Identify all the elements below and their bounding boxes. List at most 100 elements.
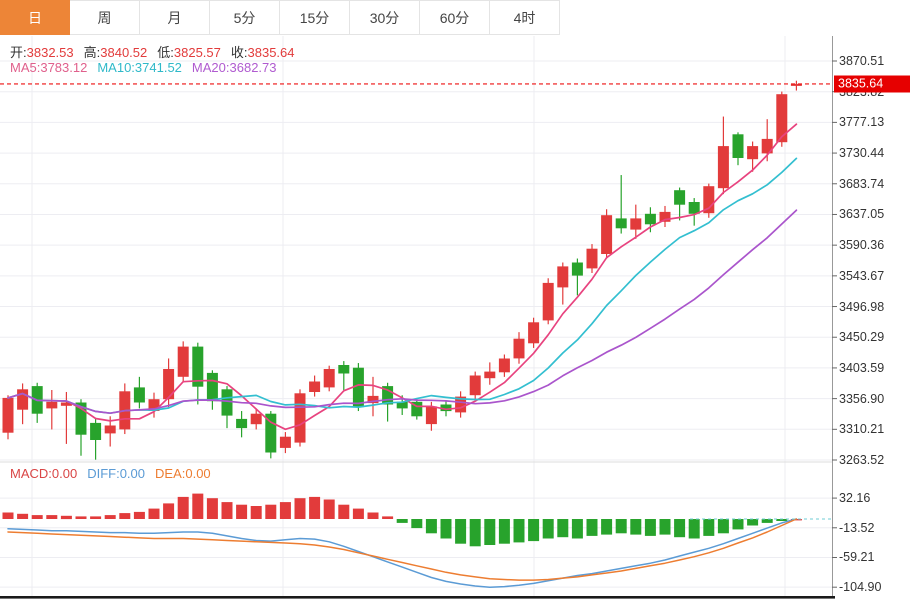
bottom-border: [0, 596, 835, 599]
tab-week[interactable]: 周: [70, 0, 140, 35]
macd-hist-bar: [119, 513, 130, 519]
candle: [105, 426, 116, 434]
macd-hist-bar: [747, 519, 758, 526]
legend-item: DIFF:0.00: [87, 466, 145, 481]
candle: [207, 373, 218, 401]
price-axis-label: 3777.13: [839, 115, 884, 129]
candle: [674, 190, 685, 205]
legend-item: MACD:0.00: [10, 466, 77, 481]
candle: [601, 215, 612, 254]
legend-item: 开:3832.53: [10, 45, 74, 60]
macd-axis-label: -13.52: [839, 521, 874, 535]
tab-day[interactable]: 日: [0, 0, 70, 35]
macd-hist-bar: [411, 519, 422, 528]
current-price-badge: 3835.64: [834, 75, 910, 92]
macd-hist-bar: [280, 502, 291, 519]
candle: [514, 339, 525, 359]
candle: [46, 402, 57, 409]
macd-hist-bar: [178, 497, 189, 519]
candle: [324, 369, 335, 387]
macd-axis-label: 32.16: [839, 491, 870, 505]
candle: [484, 372, 495, 379]
macd-hist-bar: [733, 519, 744, 529]
ma5-line: [8, 124, 796, 429]
tab-month[interactable]: 月: [140, 0, 210, 35]
macd-hist-bar: [455, 519, 466, 544]
candle: [470, 376, 481, 396]
macd-hist-bar: [61, 516, 72, 519]
macd-hist-bar: [192, 494, 203, 519]
macd-hist-bar: [353, 509, 364, 519]
legend-item: MA5:3783.12: [10, 60, 87, 75]
candle: [426, 406, 437, 424]
candle: [3, 398, 14, 433]
macd-hist-bar: [470, 519, 481, 546]
candle: [163, 369, 174, 399]
macd-hist-bar: [163, 503, 174, 519]
macd-hist-bar: [236, 505, 247, 519]
macd-hist-bar: [660, 519, 671, 535]
macd-hist-bar: [674, 519, 685, 537]
candle: [645, 214, 656, 225]
macd-hist-bar: [324, 500, 335, 520]
macd-hist-bar: [557, 519, 568, 537]
macd-hist-bar: [222, 502, 233, 519]
macd-hist-bar: [382, 516, 393, 519]
tab-60min[interactable]: 60分: [420, 0, 490, 35]
macd-hist-bar: [134, 512, 145, 519]
macd-readout: MACD:0.00 DIFF:0.00 DEA:0.00: [10, 466, 221, 481]
macd-hist-bar: [528, 519, 539, 541]
price-axis-label: 3683.74: [839, 177, 884, 191]
macd-hist-bar: [265, 505, 276, 519]
price-axis-label: 3450.29: [839, 330, 884, 344]
candle: [557, 266, 568, 287]
macd-hist-bar: [207, 498, 218, 519]
candle: [587, 249, 598, 269]
legend-item: 高:3840.52: [84, 45, 148, 60]
macd-hist-bar: [630, 519, 641, 535]
candle: [776, 94, 787, 142]
macd-hist-bar: [703, 519, 714, 536]
candle: [309, 382, 320, 393]
ma-readout: MA5:3783.12MA10:3741.52MA20:3682.73: [10, 60, 287, 75]
macd-hist-bar: [295, 498, 306, 519]
legend-item: 低:3825.57: [157, 45, 221, 60]
price-axis-label: 3590.36: [839, 238, 884, 252]
macd-hist-bar: [514, 519, 525, 542]
candle: [630, 218, 641, 229]
tab-30min[interactable]: 30分: [350, 0, 420, 35]
price-axis-label: 3263.52: [839, 453, 884, 467]
macd-hist-bar: [149, 509, 160, 519]
price-axis-label: 3356.90: [839, 392, 884, 406]
candle: [499, 359, 510, 373]
candle: [236, 419, 247, 428]
macd-hist-bar: [484, 519, 495, 545]
chart-canvas[interactable]: [0, 0, 910, 599]
candle: [251, 414, 262, 425]
macd-hist-bar: [426, 519, 437, 533]
candle: [718, 146, 729, 188]
candle: [134, 387, 145, 402]
candle: [90, 423, 101, 440]
candle: [572, 263, 583, 276]
macd-hist-bar: [309, 497, 320, 519]
macd-hist-bar: [338, 505, 349, 519]
macd-hist-bar: [499, 519, 510, 544]
candle: [543, 283, 554, 321]
macd-axis-label: -59.21: [839, 550, 874, 564]
macd-hist-bar: [76, 516, 87, 519]
tab-4hour[interactable]: 4时: [490, 0, 560, 35]
price-axis-label: 3730.44: [839, 146, 884, 160]
candle: [616, 218, 627, 228]
tab-15min[interactable]: 15分: [280, 0, 350, 35]
price-axis-label: 3403.59: [839, 361, 884, 375]
ma20-line: [8, 210, 796, 413]
candle: [528, 322, 539, 343]
price-axis-label: 3637.05: [839, 207, 884, 221]
legend-item: DEA:0.00: [155, 466, 211, 481]
tab-5min[interactable]: 5分: [210, 0, 280, 35]
price-axis-label: 3310.21: [839, 422, 884, 436]
price-axis-label: 3543.67: [839, 269, 884, 283]
candle: [353, 368, 364, 407]
macd-hist-bar: [32, 515, 43, 519]
